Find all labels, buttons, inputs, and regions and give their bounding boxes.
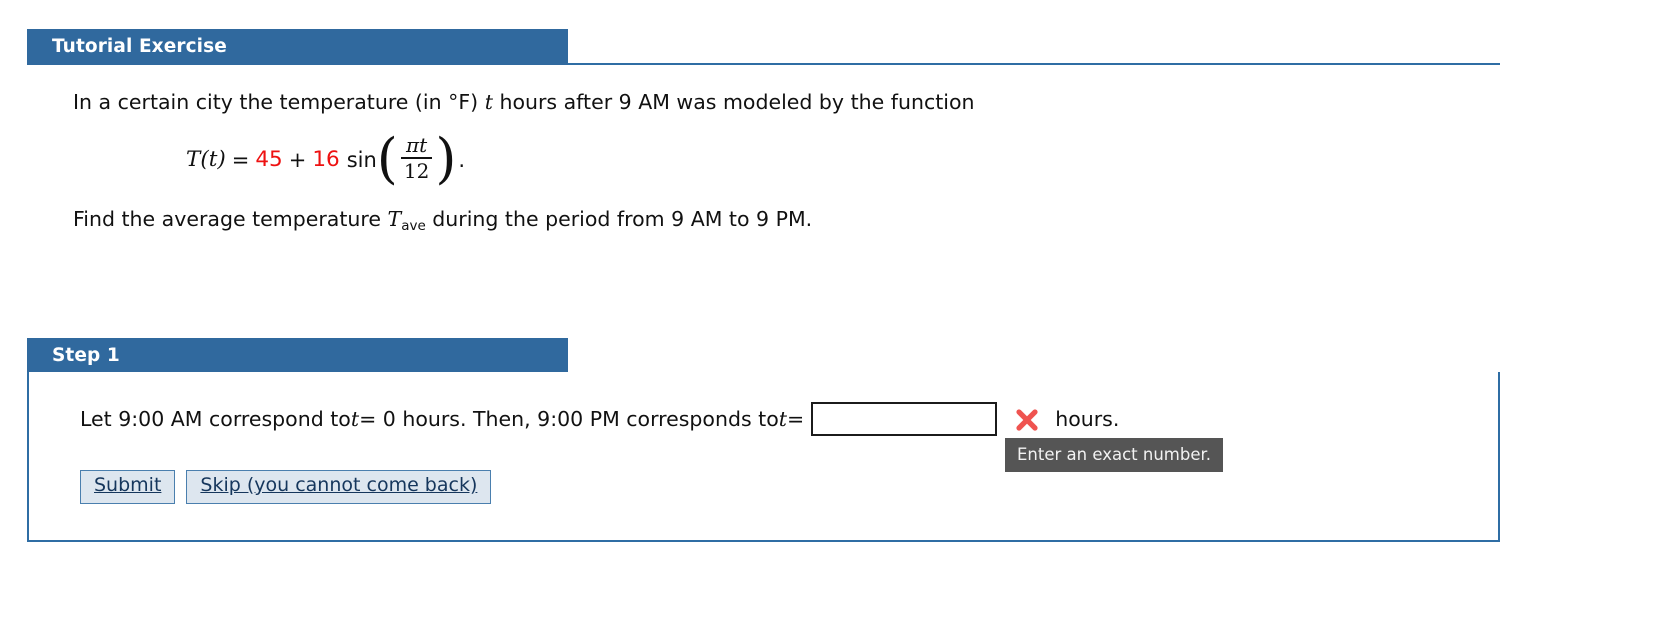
problem-text-b: hours after 9 AM was modeled by the func… — [492, 90, 975, 114]
tutorial-header-label: Tutorial Exercise — [52, 36, 227, 57]
problem-line-3: Find the average temperature Tave during… — [73, 189, 974, 234]
step-var-t-1: t — [350, 407, 360, 431]
step-header-bar: Step 1 — [27, 338, 568, 374]
formula-fraction-denominator: 12 — [403, 158, 430, 183]
step-button-row: Submit Skip (you cannot come back) — [80, 470, 492, 504]
skip-button[interactable]: Skip (you cannot come back) — [186, 470, 492, 504]
temperature-formula: T(t) = 45 + 16 sin ( πt 12 ) . — [73, 117, 974, 189]
validation-tooltip: Enter an exact number. — [1005, 438, 1223, 472]
problem-line-1: In a certain city the temperature (in °F… — [73, 87, 974, 117]
step-prompt-c: = — [787, 407, 805, 431]
step-prompt-b: = 0 hours. Then, 9:00 PM corresponds to — [359, 407, 779, 431]
submit-button[interactable]: Submit — [80, 470, 176, 504]
units-label: hours. — [1055, 407, 1120, 431]
tutorial-header-rule — [568, 63, 1500, 65]
problem-symbol-T: T — [387, 206, 402, 231]
formula-function-name: T — [186, 147, 201, 173]
formula-amplitude: 16 — [312, 147, 340, 173]
formula-sin-label: sin — [346, 147, 377, 172]
problem-find-text: Find the average temperature — [73, 206, 388, 231]
problem-period-text: during the period from 9 AM to 9 PM. — [425, 206, 813, 231]
tutorial-header-row: Tutorial Exercise — [27, 29, 1500, 65]
exercise-page: Tutorial Exercise In a certain city the … — [0, 0, 1660, 618]
formula-open-bracket: ( — [376, 126, 398, 190]
tutorial-exercise-section: Tutorial Exercise In a certain city the … — [27, 29, 1500, 234]
formula-plus: + — [288, 147, 307, 172]
formula-period: . — [458, 147, 466, 172]
step-header-label: Step 1 — [52, 345, 120, 366]
problem-text-a: In a certain city the temperature (in °F… — [73, 90, 485, 114]
formula-fraction-numerator: πt — [406, 133, 428, 158]
step-prompt-a: Let 9:00 AM correspond to — [80, 407, 351, 431]
formula-open-paren: ( — [200, 147, 209, 173]
problem-subscript-ave: ave — [401, 217, 426, 234]
formula-close-paren: ) — [217, 147, 226, 173]
red-x-icon — [1014, 407, 1040, 433]
formula-close-bracket: ) — [435, 126, 457, 190]
step-var-t-2: t — [778, 407, 788, 431]
step-prompt-line: Let 9:00 AM correspond to t = 0 hours. T… — [80, 402, 1119, 436]
problem-var-t: t — [484, 90, 493, 114]
formula-equals: = — [231, 147, 250, 172]
step-1-panel: Let 9:00 AM correspond to t = 0 hours. T… — [27, 372, 1500, 542]
tutorial-header-bar: Tutorial Exercise — [27, 29, 568, 65]
formula-constant: 45 — [255, 147, 283, 173]
tutorial-problem-body: In a certain city the temperature (in °F… — [27, 65, 974, 234]
answer-input[interactable] — [811, 402, 998, 436]
formula-fraction: πt 12 — [398, 135, 435, 182]
